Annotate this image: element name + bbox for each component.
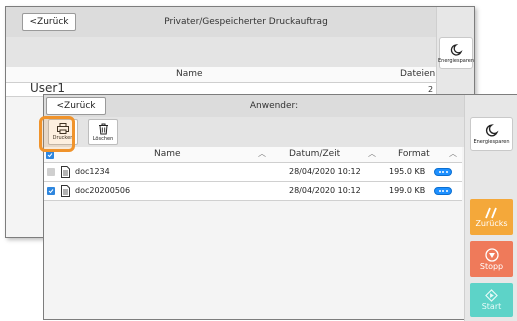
check-icon: [48, 189, 54, 194]
energy-saver-label: Energiesparen: [473, 139, 510, 145]
start-button[interactable]: Start: [470, 283, 513, 317]
check-icon: [47, 153, 53, 158]
page-title: Privater/Gespeicherter Druckauftrag: [164, 17, 328, 27]
back-button[interactable]: <Zurück: [22, 13, 76, 31]
user-name: User1: [30, 81, 65, 95]
start-label: Start: [481, 302, 502, 311]
back-button-label: <Zurück: [56, 101, 96, 111]
user-jobs-screen: <Zurück Anwender: Drucken Löschen Name ︿…: [43, 94, 517, 321]
column-header-name[interactable]: Name: [154, 149, 181, 159]
table-row[interactable]: doc1234 28/04/2020 10:12 195.0 KB: [44, 163, 462, 182]
file-datetime: 28/04/2020 10:12: [289, 186, 361, 195]
reset-label: Zurücks: [475, 218, 508, 228]
select-all-checkbox[interactable]: [46, 151, 54, 159]
column-header-row: Name Dateien: [6, 67, 436, 83]
energy-saver-label: Energiesparen: [437, 57, 475, 64]
row-checkbox[interactable]: [47, 168, 55, 176]
more-options-icon[interactable]: [434, 168, 452, 176]
column-header-format[interactable]: Format: [398, 149, 430, 159]
more-options-icon[interactable]: [434, 187, 452, 195]
stop-icon: [484, 247, 499, 262]
sort-up-icon[interactable]: ︿: [258, 148, 266, 159]
sort-up-icon[interactable]: ︿: [368, 148, 376, 159]
column-header-files[interactable]: Dateien: [400, 69, 435, 79]
delete-label: Löschen: [92, 135, 114, 142]
double-slash-icon: [484, 207, 497, 218]
side-panel: Energiesparen Zurücks Stopp Start: [464, 95, 517, 321]
toolbar: Drucken Löschen: [44, 117, 507, 147]
reset-button[interactable]: Zurücks: [470, 199, 513, 235]
column-header-datetime[interactable]: Datum/Zeit: [289, 149, 340, 159]
column-header-row: Name ︿ Datum/Zeit ︿ Format ︿: [44, 147, 462, 163]
document-icon: [61, 185, 70, 197]
row-checkbox[interactable]: [47, 187, 55, 195]
moon-icon: [450, 43, 463, 56]
table-row[interactable]: doc20200506 28/04/2020 10:12 199.0 KB: [44, 182, 462, 201]
start-icon: [485, 289, 498, 302]
file-name: doc20200506: [75, 186, 131, 195]
energy-saver-button[interactable]: Energiesparen: [470, 117, 513, 151]
moon-icon: [485, 124, 499, 137]
energy-saver-button[interactable]: Energiesparen: [437, 37, 475, 69]
page-title: Anwender:: [249, 101, 299, 111]
trash-icon: [98, 123, 108, 134]
back-button-label: <Zurück: [29, 17, 69, 27]
delete-highlight: [39, 116, 75, 152]
file-datetime: 28/04/2020 10:12: [289, 167, 361, 176]
document-icon: [61, 166, 70, 178]
stop-label: Stopp: [479, 261, 504, 271]
back-button[interactable]: <Zurück: [46, 97, 106, 115]
delete-button[interactable]: Löschen: [88, 119, 118, 145]
file-count: 2: [428, 85, 434, 94]
file-size: 199.0 KB: [389, 186, 426, 195]
stop-button[interactable]: Stopp: [470, 241, 513, 277]
toolbar-strip: [6, 37, 436, 67]
file-size: 195.0 KB: [389, 167, 426, 176]
sort-up-icon[interactable]: ︿: [449, 148, 457, 159]
file-name: doc1234: [75, 167, 110, 176]
column-header-name[interactable]: Name: [176, 69, 203, 79]
